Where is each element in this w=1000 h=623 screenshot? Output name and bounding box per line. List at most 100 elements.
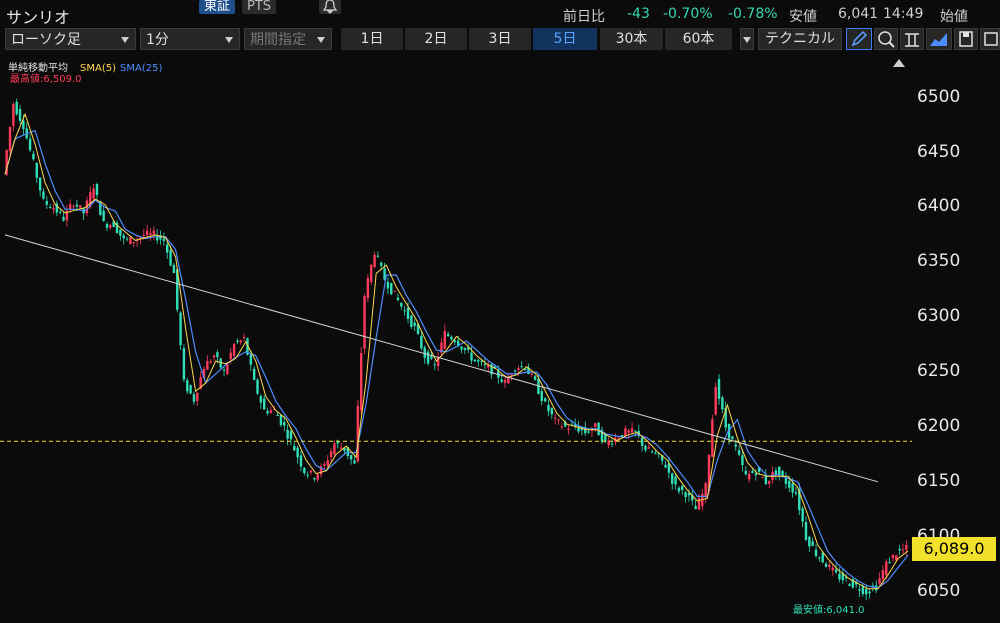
candle-body: [42, 191, 45, 199]
y-tick-label: 6500: [917, 86, 961, 107]
area-chart-icon[interactable]: [926, 28, 952, 50]
candle-body: [821, 552, 824, 563]
candle-body: [28, 138, 32, 151]
candle-body: [102, 210, 105, 222]
candle-body: [376, 255, 380, 257]
candle-body: [677, 487, 681, 492]
candle-body: [430, 356, 433, 359]
candle-body: [774, 470, 778, 475]
range-5d[interactable]: 5日: [533, 28, 597, 50]
y-tick-label: 6050: [917, 580, 961, 601]
candle-body: [878, 578, 881, 584]
candle-body: [480, 361, 483, 363]
technical-button[interactable]: テクニカル: [758, 28, 842, 50]
save-icon[interactable]: [954, 28, 978, 50]
bell-icon[interactable]: [319, 0, 341, 14]
candle-body: [898, 548, 901, 551]
candle-body: [359, 352, 363, 411]
y-tick-label: 6150: [917, 470, 961, 491]
candle-body: [443, 331, 446, 349]
range-3d[interactable]: 3日: [469, 28, 531, 50]
chevron-down-icon: [317, 37, 325, 43]
candle-body: [828, 564, 831, 567]
change-label: 前日比: [563, 9, 605, 25]
candle-body: [149, 233, 152, 235]
candle-body: [122, 235, 125, 239]
candle-body: [269, 410, 273, 413]
candle-body: [681, 485, 684, 491]
candle-body: [339, 447, 343, 449]
candle-body: [664, 464, 667, 468]
range-60[interactable]: 60本: [665, 28, 732, 50]
candle-body: [858, 589, 861, 591]
candle-body: [242, 337, 246, 339]
candle-body: [838, 573, 841, 580]
period-select[interactable]: 期間指定: [244, 28, 332, 50]
candle-body: [323, 463, 326, 466]
candle-body: [209, 361, 212, 363]
candle-body: [333, 443, 336, 455]
candle-body: [818, 557, 821, 559]
open-label: 始値: [940, 9, 968, 25]
candle-body: [788, 480, 791, 488]
chevron-down-icon: [743, 37, 751, 43]
window-icon[interactable]: [980, 28, 1000, 50]
candle-body: [834, 569, 838, 573]
candle-body: [804, 522, 808, 540]
candle-body: [72, 206, 75, 208]
candle-body: [791, 483, 794, 493]
candle-body: [567, 428, 570, 431]
interval-select[interactable]: 1分: [140, 28, 240, 50]
candle-series: [5, 98, 908, 601]
sma25-line: [4, 129, 909, 589]
candle-body: [182, 348, 186, 380]
scroll-up-icon[interactable]: [893, 59, 905, 67]
candle-body: [470, 352, 473, 361]
candle-body: [654, 452, 657, 454]
period-value: 期間指定: [250, 32, 306, 48]
zoom-icon[interactable]: [874, 28, 898, 50]
candle-body: [530, 373, 533, 375]
legend-sma25: SMA(25): [120, 63, 162, 74]
candle-body: [557, 419, 560, 421]
candle-body: [517, 368, 520, 370]
candle-body: [289, 431, 293, 440]
candle-body: [513, 370, 517, 372]
candle-body: [75, 204, 79, 207]
trend-line[interactable]: [4, 234, 879, 483]
y-tick-label: 6250: [917, 361, 961, 382]
candle-body: [266, 410, 269, 414]
candle-body: [533, 376, 537, 380]
chart-type-select[interactable]: ローソク足: [5, 28, 136, 50]
pencil-icon[interactable]: [846, 28, 872, 50]
candle-body: [142, 234, 145, 236]
candle-body: [674, 476, 677, 485]
candle-body: [704, 483, 707, 498]
candle-body: [22, 120, 25, 130]
candle-body: [824, 563, 828, 567]
price-chart[interactable]: 単純移動平均 SMA(5) SMA(25) 最高値:6,509.0 最安値:6,…: [0, 56, 912, 619]
candle-body: [370, 264, 373, 282]
candle-body: [236, 340, 239, 342]
candle-body: [313, 478, 316, 480]
candle-body: [885, 561, 888, 576]
candle-body: [410, 315, 413, 327]
candle-body: [293, 445, 296, 451]
candle-body: [543, 398, 547, 402]
candle-body: [95, 184, 99, 196]
segment-tse[interactable]: 東証: [199, 0, 236, 14]
range-30[interactable]: 30本: [600, 28, 663, 50]
candle-body: [283, 422, 286, 426]
y-tick-label: 6350: [917, 251, 961, 272]
candle-body: [166, 244, 169, 253]
candle-body: [888, 561, 891, 564]
candle-body: [169, 249, 172, 266]
segment-pts[interactable]: PTS: [242, 0, 277, 14]
candle-body: [671, 473, 674, 484]
candle-body: [500, 379, 503, 382]
split-icon[interactable]: [900, 28, 924, 50]
range-more-button[interactable]: [740, 28, 754, 50]
candle-body: [560, 426, 564, 428]
range-2d[interactable]: 2日: [405, 28, 467, 50]
range-1d[interactable]: 1日: [341, 28, 403, 50]
